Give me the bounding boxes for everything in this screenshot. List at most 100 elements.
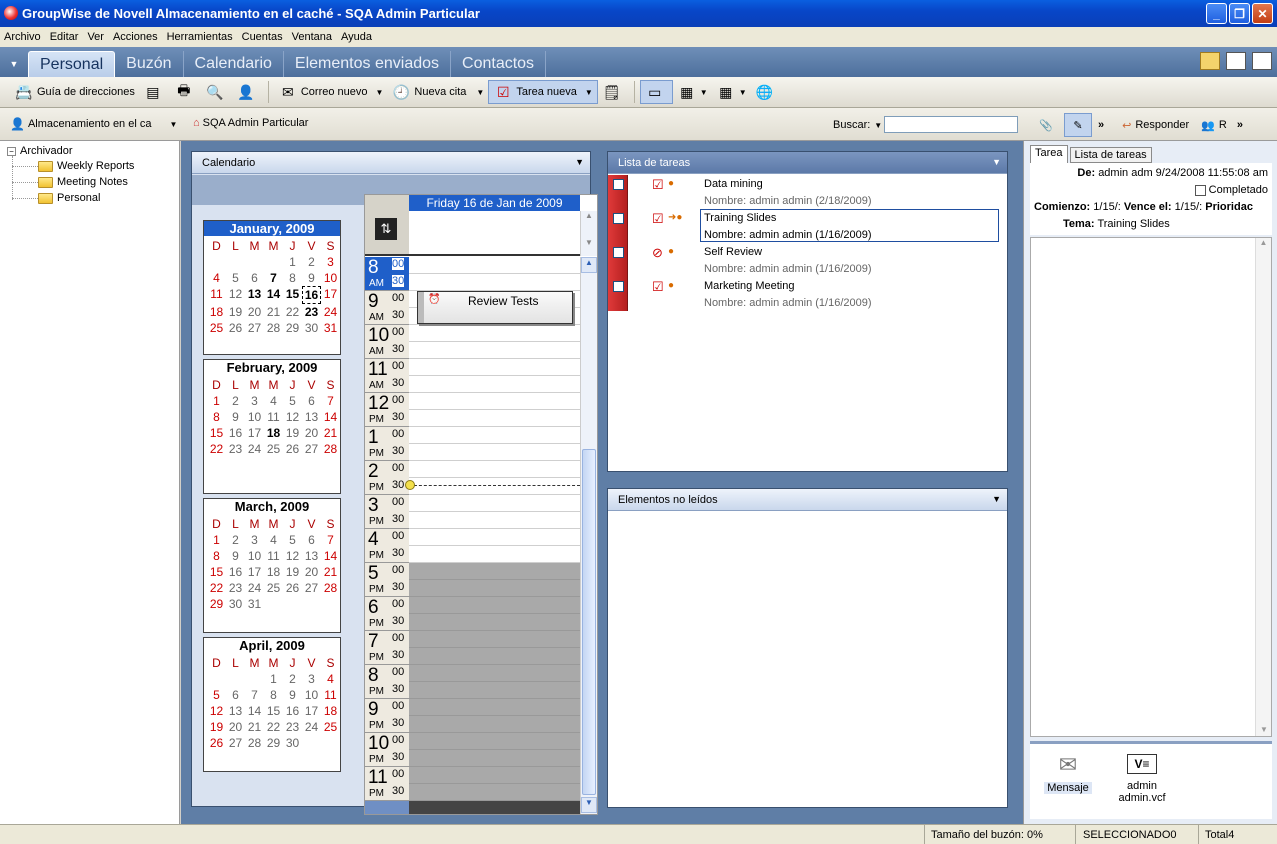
calendar-day[interactable]: 16 xyxy=(283,703,302,719)
calendar-day[interactable]: 24 xyxy=(245,580,264,596)
reply-button[interactable]: Responder xyxy=(1135,119,1189,131)
menu-archivo[interactable]: Archivo xyxy=(4,31,41,43)
calendar-day[interactable]: 10 xyxy=(321,270,340,286)
time-slot[interactable] xyxy=(409,410,580,427)
calendar-day[interactable]: 18 xyxy=(207,304,226,320)
search-input[interactable] xyxy=(884,116,1018,133)
panel-view-icon[interactable] xyxy=(1252,52,1272,70)
calendar-day[interactable]: 29 xyxy=(283,320,302,336)
calendar-day[interactable]: 15 xyxy=(264,703,283,719)
view-day-button[interactable]: ▭ xyxy=(639,80,673,104)
calendar-day[interactable]: 4 xyxy=(264,532,283,548)
attach-icon[interactable]: 📎 xyxy=(1034,113,1058,137)
attachment-vcf[interactable]: V≡ admin admin.vcf xyxy=(1114,752,1170,804)
calendar-day[interactable]: 9 xyxy=(302,270,321,286)
calendar-day[interactable]: 28 xyxy=(264,320,283,336)
calendar-day[interactable]: 13 xyxy=(226,703,245,719)
calendar-day[interactable]: 8 xyxy=(264,687,283,703)
new-note-button[interactable]: 🗒 xyxy=(598,80,629,104)
calendar-day[interactable]: 23 xyxy=(226,441,245,457)
time-slot[interactable] xyxy=(409,376,580,393)
more-button[interactable]: R xyxy=(1219,119,1227,131)
time-slot[interactable] xyxy=(409,325,580,342)
mini-calendar-title[interactable]: April, 2009 xyxy=(204,638,340,653)
calendar-day[interactable]: 11 xyxy=(207,286,226,304)
time-slot[interactable] xyxy=(409,699,580,716)
new-task-button[interactable]: ☑ Tarea nueva ▼ xyxy=(488,80,598,104)
chevron-down-icon[interactable]: ▼ xyxy=(376,88,384,97)
calendar-day[interactable]: 24 xyxy=(321,304,340,320)
calendar-day[interactable]: 3 xyxy=(321,254,340,270)
calendar-day[interactable]: 12 xyxy=(283,409,302,425)
calendar-day[interactable]: 21 xyxy=(264,304,283,320)
menu-ver[interactable]: Ver xyxy=(87,31,104,43)
menu-editar[interactable]: Editar xyxy=(50,31,79,43)
tab-contactos[interactable]: Contactos xyxy=(451,51,547,77)
calendar-day[interactable]: 1 xyxy=(207,532,226,548)
time-slot[interactable] xyxy=(409,665,580,682)
list-view-icon[interactable] xyxy=(1226,52,1246,70)
time-slot[interactable] xyxy=(409,784,580,801)
tab-personal[interactable]: Personal xyxy=(28,51,116,77)
calendar-day[interactable]: 25 xyxy=(321,719,340,735)
calendar-day[interactable]: 17 xyxy=(302,703,321,719)
calendar-day[interactable]: 19 xyxy=(207,719,226,735)
calendar-day[interactable]: 19 xyxy=(283,564,302,580)
tab-elementos-enviados[interactable]: Elementos enviados xyxy=(284,51,452,77)
time-slot[interactable] xyxy=(409,512,580,529)
calendar-day[interactable]: 17 xyxy=(245,425,264,441)
tree-item-personal[interactable]: Personal xyxy=(12,192,100,204)
calendar-day[interactable]: 26 xyxy=(283,580,302,596)
calendar-day[interactable]: 10 xyxy=(302,687,321,703)
calendar-day[interactable]: 22 xyxy=(207,580,226,596)
calendar-day[interactable]: 15 xyxy=(207,564,226,580)
time-slot[interactable] xyxy=(409,631,580,648)
calendar-day[interactable]: 12 xyxy=(283,548,302,564)
calendar-day[interactable]: 29 xyxy=(207,596,226,612)
calendar-day[interactable]: 7 xyxy=(321,393,340,409)
calendar-day[interactable]: 27 xyxy=(302,441,321,457)
calendar-day[interactable]: 14 xyxy=(264,286,283,304)
calendar-day[interactable]: 25 xyxy=(264,580,283,596)
day-header[interactable]: Friday 16 de Jan de 2009 xyxy=(409,195,580,211)
calendar-day[interactable]: 12 xyxy=(207,703,226,719)
scroll-down-icon[interactable]: ▼ xyxy=(581,797,597,813)
calendar-day[interactable]: 11 xyxy=(264,548,283,564)
time-slot[interactable] xyxy=(409,444,580,461)
completed-checkbox[interactable] xyxy=(1194,184,1206,196)
unread-items-header[interactable]: Elementos no leídos ▼ xyxy=(608,489,1007,511)
tab-tarea[interactable]: Tarea xyxy=(1030,145,1068,163)
time-slot[interactable] xyxy=(409,546,580,563)
task-checkbox[interactable] xyxy=(613,179,624,190)
calendar-day[interactable]: 3 xyxy=(245,532,264,548)
calendar-day[interactable]: 11 xyxy=(264,409,283,425)
tab-calendario[interactable]: Calendario xyxy=(184,51,284,77)
calendar-day[interactable]: 3 xyxy=(245,393,264,409)
calendar-day[interactable]: 23 xyxy=(283,719,302,735)
mode-selector[interactable]: 👤 Almacenamiento en el ca ▼ xyxy=(10,117,177,131)
calendar-day[interactable]: 4 xyxy=(321,671,340,687)
time-slot[interactable] xyxy=(409,716,580,733)
scroll-up-icon[interactable]: ▲ xyxy=(581,257,597,273)
calendar-day[interactable]: 28 xyxy=(321,580,340,596)
time-slot[interactable] xyxy=(409,563,580,580)
calendar-day[interactable]: 15 xyxy=(283,286,302,304)
calendar-day[interactable]: 2 xyxy=(226,532,245,548)
calendar-day[interactable]: 14 xyxy=(321,548,340,564)
menu-ventana[interactable]: Ventana xyxy=(292,31,332,43)
calendar-day[interactable]: 5 xyxy=(226,270,245,286)
calendar-day[interactable]: 7 xyxy=(264,270,283,286)
calendar-day[interactable]: 27 xyxy=(302,580,321,596)
appointment-review-tests[interactable]: ⏰ Review Tests xyxy=(417,291,573,324)
calendar-day[interactable]: 11 xyxy=(321,687,340,703)
calendar-day[interactable]: 6 xyxy=(302,532,321,548)
chevron-down-icon[interactable]: ▼ xyxy=(476,88,484,97)
calendar-day[interactable]: 12 xyxy=(226,286,245,304)
preview-body[interactable]: ▲ ▼ xyxy=(1030,237,1272,737)
task-row[interactable]: ☑ ● Marketing Meeting Nombre: admin admin (… xyxy=(608,277,1008,311)
scroll-up-icon[interactable]: ▲ xyxy=(1256,238,1271,247)
sort-icon[interactable]: ⇅ xyxy=(375,218,397,240)
calendar-day[interactable]: 5 xyxy=(283,532,302,548)
time-slot[interactable] xyxy=(409,342,580,359)
calendar-day[interactable]: 9 xyxy=(226,409,245,425)
